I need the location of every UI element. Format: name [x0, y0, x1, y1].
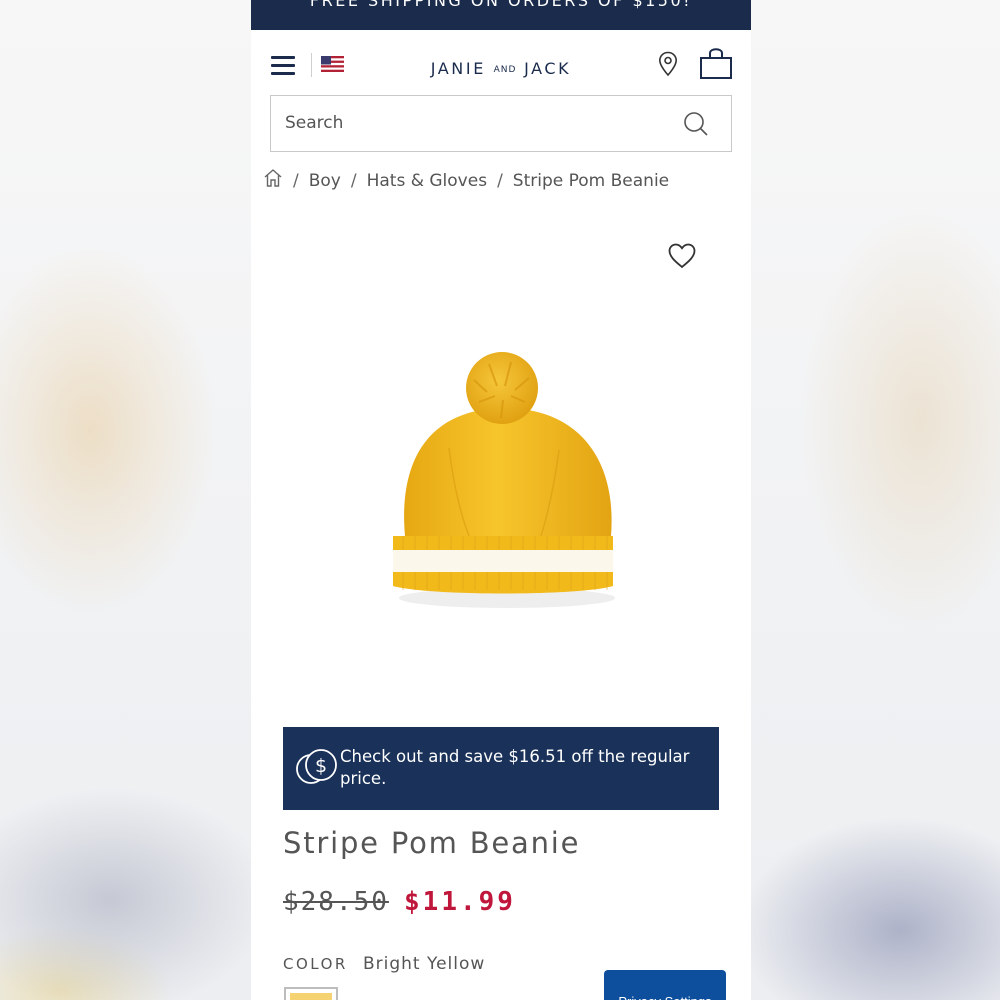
breadcrumb: / Boy / Hats & Gloves / Stripe Pom Beani… [263, 168, 669, 194]
color-selector: COLOR Bright Yellow [283, 954, 485, 974]
breadcrumb-boy[interactable]: Boy [309, 171, 341, 191]
shopping-bag-icon[interactable] [699, 46, 733, 80]
breadcrumb-separator: / [293, 171, 299, 191]
savings-message: Check out and save $16.51 off the regula… [340, 747, 690, 788]
hamburger-menu-icon[interactable] [271, 54, 295, 76]
us-flag-icon[interactable] [321, 56, 344, 72]
product-image[interactable] [379, 350, 629, 630]
brand-logo[interactable]: JANIE AND JACK [401, 59, 601, 78]
original-price: $28.50 [283, 887, 389, 917]
dollar-coin-icon: $ [296, 749, 337, 784]
search-bar [270, 95, 732, 152]
color-label: COLOR [283, 955, 348, 973]
home-icon[interactable] [263, 168, 283, 188]
breadcrumb-separator: / [497, 171, 503, 191]
svg-text:$: $ [315, 755, 327, 777]
promo-bar[interactable]: FREE SHIPPING ON ORDERS OF $150! [251, 0, 751, 30]
swatch-fill [290, 993, 332, 1000]
price-block: $28.50 $11.99 [283, 887, 516, 917]
color-swatch-bright-yellow[interactable] [284, 987, 338, 1000]
search-icon[interactable] [683, 111, 709, 137]
heart-icon[interactable] [667, 242, 697, 270]
promo-text: FREE SHIPPING ON ORDERS OF $150! [309, 0, 693, 10]
breadcrumb-hats-gloves[interactable]: Hats & Gloves [367, 171, 487, 191]
map-pin-icon[interactable] [658, 51, 678, 77]
color-value: Bright Yellow [362, 954, 486, 974]
breadcrumb-current[interactable]: Stripe Pom Beanie [513, 171, 669, 191]
search-input[interactable] [285, 108, 665, 138]
privacy-settings-button[interactable]: Privacy Settings [604, 970, 726, 1000]
savings-banner: $ Check out and save $16.51 off the regu… [283, 727, 719, 810]
mobile-page: FREE SHIPPING ON ORDERS OF $150! JANIE A… [251, 0, 751, 1000]
header-divider [311, 53, 312, 77]
sale-price: $11.99 [404, 887, 516, 917]
product-title: Stripe Pom Beanie [283, 826, 581, 860]
breadcrumb-separator: / [350, 171, 357, 191]
